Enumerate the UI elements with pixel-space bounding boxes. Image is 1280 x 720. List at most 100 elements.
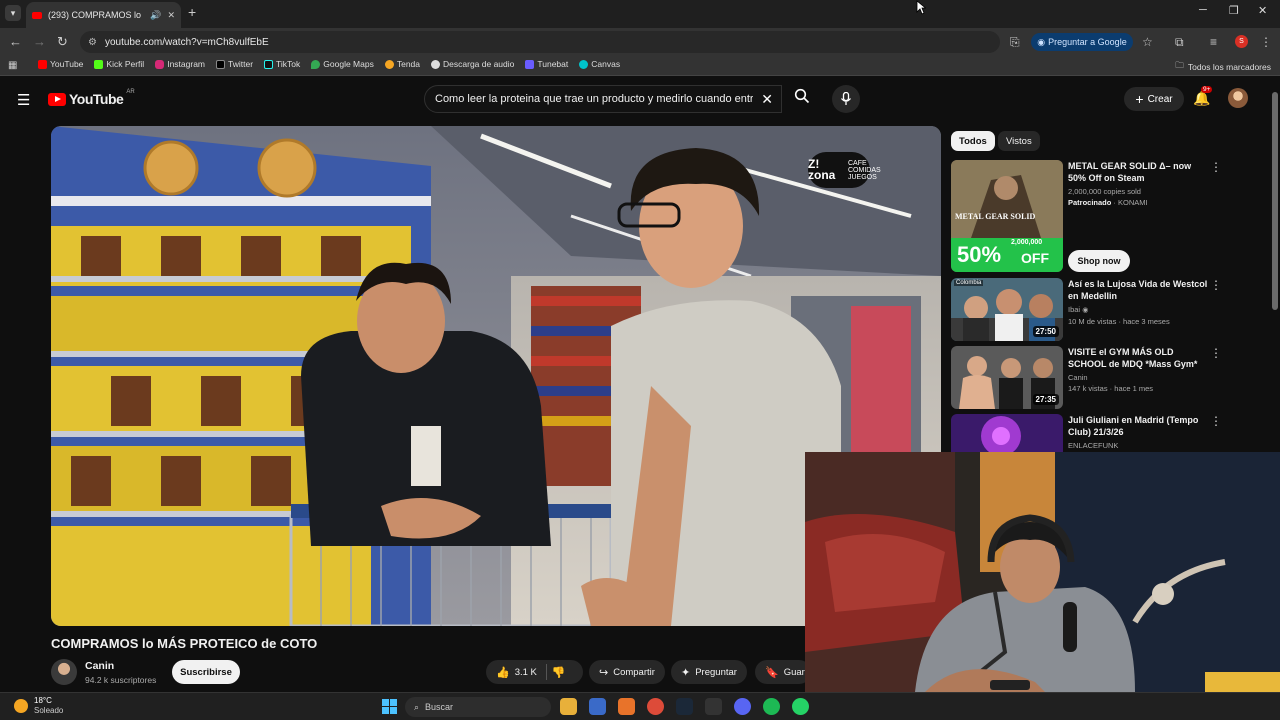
- notifications-badge: 9+: [1201, 86, 1213, 93]
- chip-vistos[interactable]: Vistos: [998, 131, 1040, 151]
- channel-avatar[interactable]: [51, 659, 77, 685]
- audio-playing-icon[interactable]: 🔊: [150, 10, 161, 21]
- back-icon[interactable]: ←: [9, 34, 22, 49]
- channel-name[interactable]: Canin: [85, 660, 114, 672]
- rec-thumbnail[interactable]: 27:35: [951, 346, 1063, 409]
- rec-title[interactable]: Así es la Lujosa Vida de Westcol en Mede…: [1068, 278, 1208, 302]
- rec-thumbnail[interactable]: [951, 414, 1063, 454]
- fl-studio-icon[interactable]: [618, 698, 635, 715]
- menu-kebab-icon[interactable]: ⋮: [1260, 35, 1272, 49]
- taskbar-search-input[interactable]: ⌕ Buscar: [405, 697, 551, 717]
- more-options-icon[interactable]: ⋮: [1210, 278, 1222, 292]
- rec-title[interactable]: VISITE el GYM MÁS OLD SCHOOL de MDQ *Mas…: [1068, 346, 1208, 370]
- weather-condition[interactable]: Soleado: [34, 706, 63, 715]
- minimize-icon[interactable]: ─: [1199, 4, 1207, 16]
- close-tab-icon[interactable]: ✕: [167, 10, 175, 21]
- windows-start-icon[interactable]: [382, 699, 397, 714]
- sponsored-recommendation[interactable]: METAL GEAR SOLID 50% 2,000,000 OFF METAL…: [951, 160, 1271, 272]
- bookmark-tunebat[interactable]: Tunebat: [525, 59, 568, 69]
- maximize-icon[interactable]: ❐: [1229, 4, 1239, 17]
- bookmark-youtube[interactable]: YouTube: [38, 59, 83, 69]
- search-icon: [794, 88, 810, 104]
- ask-button[interactable]: ✦ Preguntar: [671, 660, 747, 684]
- youtube-icon: [38, 59, 47, 69]
- canva-icon: [579, 59, 589, 69]
- recommendation-item[interactable]: 27:35 VISITE el GYM MÁS OLD SCHOOL de MD…: [951, 346, 1271, 409]
- search-icon: ⌕: [414, 701, 420, 712]
- whatsapp-icon[interactable]: [792, 698, 809, 715]
- shop-now-button[interactable]: Shop now: [1068, 250, 1130, 272]
- weather-sun-icon[interactable]: [14, 699, 28, 713]
- chrome-icon[interactable]: [647, 698, 664, 715]
- like-count[interactable]: 3.1 K: [515, 667, 537, 678]
- bookmark-google-maps[interactable]: Google Maps: [311, 59, 374, 69]
- apps-grid-icon[interactable]: ▦: [8, 60, 17, 71]
- rec-line1: 2,000,000 copies sold: [1068, 187, 1141, 196]
- more-options-icon[interactable]: ⋮: [1210, 346, 1222, 360]
- tiktok-icon: [264, 59, 274, 69]
- thumb-copies: 2,000,000: [1011, 239, 1043, 246]
- file-explorer-icon[interactable]: [560, 698, 577, 715]
- spotify-icon[interactable]: [763, 698, 780, 715]
- webcam-overlay: [805, 452, 1280, 692]
- like-icon[interactable]: 👍: [496, 666, 510, 679]
- bookmark-descarga-audio[interactable]: Descarga de audio: [431, 59, 514, 69]
- close-window-icon[interactable]: ✕: [1258, 4, 1267, 17]
- account-avatar[interactable]: [1228, 88, 1248, 108]
- dislike-icon[interactable]: 👎: [552, 666, 566, 679]
- bookmark-instagram[interactable]: Instagram: [155, 59, 205, 69]
- save-button[interactable]: 🔖 Guard: [755, 660, 811, 684]
- share-arrow-icon: ↪: [599, 666, 609, 679]
- address-bar[interactable]: ⚙ youtube.com/watch?v=mCh8vulfEbE: [80, 31, 1000, 53]
- rec-title[interactable]: METAL GEAR SOLID Δ– now 50% Off on Steam: [1068, 160, 1208, 184]
- cast-icon[interactable]: ⎘: [1010, 35, 1020, 50]
- extensions-icon[interactable]: ⧉: [1175, 35, 1184, 50]
- chip-todos[interactable]: Todos: [951, 131, 995, 151]
- reload-icon[interactable]: ↻: [57, 34, 68, 50]
- more-options-icon[interactable]: ⋮: [1210, 160, 1222, 174]
- bookmark-kick[interactable]: Kick Perfil: [94, 59, 144, 69]
- more-options-icon[interactable]: ⋮: [1210, 414, 1222, 428]
- media-control-icon[interactable]: ≡: [1210, 35, 1217, 49]
- browser-tab-youtube[interactable]: (293) COMPRAMOS lo MÁS 🔊 ✕: [26, 2, 181, 28]
- bookmark-tenda[interactable]: Tenda: [384, 59, 420, 69]
- subscriber-count: 94.2 k suscriptores: [85, 675, 157, 685]
- site-info-icon[interactable]: ⚙: [88, 37, 97, 48]
- subscribe-button[interactable]: Suscribirse: [172, 660, 240, 684]
- ask-google-label: Preguntar a Google: [1048, 37, 1127, 47]
- weather-temperature[interactable]: 18°C: [34, 696, 52, 705]
- bookmark-icon: 🔖: [765, 666, 779, 679]
- epic-games-icon[interactable]: [705, 698, 722, 715]
- profile-avatar[interactable]: S: [1235, 35, 1248, 48]
- tab-search-icon[interactable]: ▾: [5, 5, 21, 21]
- ask-google-button[interactable]: ◉ Preguntar a Google: [1031, 33, 1133, 51]
- search-input[interactable]: Como leer la proteina que trae un produc…: [424, 85, 782, 113]
- bookmarks-bar: ▦ YouTube Kick Perfil Instagram Twitter …: [0, 56, 1280, 76]
- discord-icon[interactable]: [734, 698, 751, 715]
- sponsored-thumbnail[interactable]: METAL GEAR SOLID 50% 2,000,000 OFF: [951, 160, 1063, 272]
- hamburger-menu-icon[interactable]: ☰: [17, 91, 30, 109]
- thumb-game-title: METAL GEAR SOLID: [955, 212, 1036, 221]
- clear-search-icon[interactable]: ✕: [753, 91, 781, 108]
- rec-title[interactable]: Juli Giuliani en Madrid (Tempo Club) 21/…: [1068, 414, 1208, 438]
- bookmark-canvas[interactable]: Canvas: [579, 59, 620, 69]
- new-tab-icon[interactable]: +: [188, 4, 196, 20]
- search-button[interactable]: [782, 85, 822, 113]
- page-scrollbar[interactable]: [1272, 92, 1278, 310]
- recommendation-item[interactable]: Colombia 27:50 Así es la Lujosa Vida de …: [951, 278, 1271, 341]
- rec-thumbnail[interactable]: Colombia 27:50: [951, 278, 1063, 341]
- youtube-logo[interactable]: YouTube AR: [48, 89, 135, 107]
- plus-icon: +: [1135, 91, 1144, 107]
- share-button[interactable]: ↪ Compartir: [589, 660, 665, 684]
- forward-icon[interactable]: →: [33, 34, 46, 49]
- create-button[interactable]: + Crear: [1124, 87, 1184, 111]
- bookmark-tiktok[interactable]: TikTok: [264, 59, 300, 69]
- bookmark-twitter[interactable]: Twitter: [216, 59, 253, 69]
- store-icon[interactable]: [589, 698, 606, 715]
- steam-icon[interactable]: [676, 698, 693, 715]
- bookmark-star-icon[interactable]: ☆: [1142, 35, 1153, 49]
- recommendation-item[interactable]: Juli Giuliani en Madrid (Tempo Club) 21/…: [951, 414, 1271, 454]
- voice-search-button[interactable]: [832, 85, 860, 113]
- all-bookmarks-folder[interactable]: 🗀 Todos los marcadores: [1175, 60, 1271, 74]
- google-lens-icon: ◉: [1037, 36, 1046, 47]
